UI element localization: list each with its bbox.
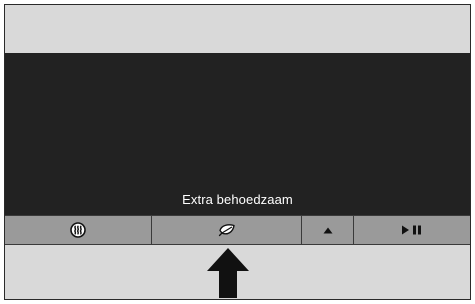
play-pause-icon (401, 225, 423, 235)
triangle-up-icon (323, 227, 333, 234)
heat-mode-button[interactable] (5, 216, 152, 244)
up-button[interactable] (302, 216, 354, 244)
play-pause-button[interactable] (354, 216, 470, 244)
eco-mode-button[interactable] (152, 216, 302, 244)
heat-waves-icon (70, 222, 86, 238)
display-screen: Extra behoedzaam (5, 53, 470, 215)
up-arrow-pointer-icon (206, 247, 250, 299)
leaf-icon (218, 223, 236, 237)
button-bar (5, 215, 470, 245)
control-panel: Extra behoedzaam (4, 4, 471, 300)
status-label: Extra behoedzaam (182, 192, 293, 207)
